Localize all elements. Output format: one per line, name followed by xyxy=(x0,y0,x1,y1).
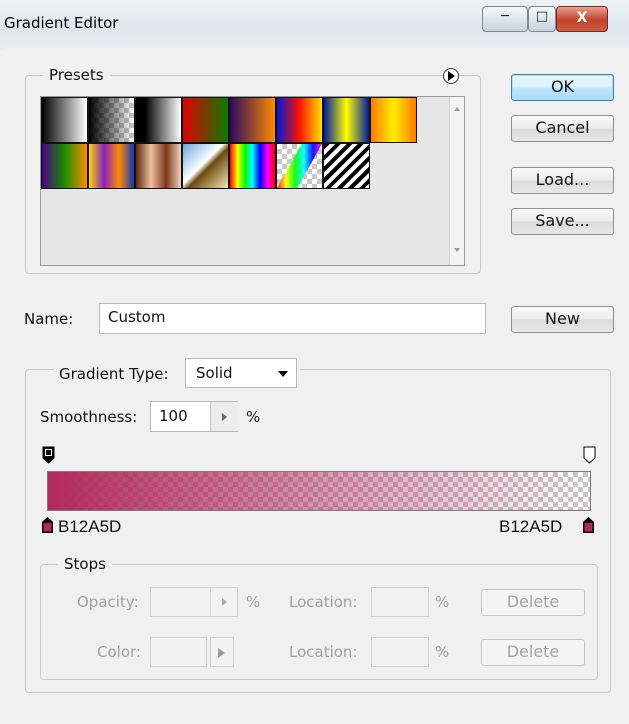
opacity-location-percent: % xyxy=(435,593,450,611)
preset-swatch[interactable] xyxy=(135,97,182,143)
gradient-type-value: Solid xyxy=(196,364,233,382)
preset-swatch[interactable] xyxy=(229,143,276,189)
color-swatch-field[interactable] xyxy=(150,637,207,667)
color-location-label: Location: xyxy=(289,643,358,661)
opacity-percent: % xyxy=(246,593,261,611)
smoothness-value: 100 xyxy=(159,407,188,425)
gradient-preview-bar[interactable] xyxy=(47,471,591,511)
left-stop-color-label: B12A5D xyxy=(58,517,122,536)
play-arrow-icon xyxy=(222,598,227,606)
opacity-delete-button[interactable]: Delete xyxy=(481,589,585,616)
preset-swatch[interactable] xyxy=(135,143,182,189)
color-label: Color: xyxy=(97,643,141,661)
new-button[interactable]: New xyxy=(511,306,614,333)
gradient-type-label: Gradient Type: xyxy=(59,365,169,383)
presets-menu-button[interactable] xyxy=(443,68,459,84)
color-stop-left[interactable] xyxy=(41,516,54,534)
preset-swatch[interactable] xyxy=(276,143,323,189)
right-stop-color-label: B12A5D xyxy=(499,517,563,536)
opacity-slider-button[interactable] xyxy=(210,588,238,616)
preset-swatch[interactable] xyxy=(88,97,135,143)
color-location-percent: % xyxy=(435,643,450,661)
gradient-fill xyxy=(48,472,590,510)
color-delete-button[interactable]: Delete xyxy=(481,639,585,666)
preset-swatch[interactable] xyxy=(41,97,88,143)
preset-swatch[interactable] xyxy=(323,97,370,143)
opacity-location-input[interactable] xyxy=(371,587,429,617)
title-bar: Gradient Editor ─ □ X xyxy=(0,0,629,50)
preset-swatch[interactable] xyxy=(323,143,370,189)
preset-swatch[interactable] xyxy=(88,143,135,189)
gradient-type-select[interactable]: Solid xyxy=(185,358,297,388)
minimize-button[interactable]: ─ xyxy=(482,6,528,32)
play-arrow-icon xyxy=(448,71,455,81)
name-label: Name: xyxy=(24,310,74,328)
preset-swatch[interactable] xyxy=(370,97,417,143)
window-title: Gradient Editor xyxy=(4,14,119,32)
smoothness-label: Smoothness: xyxy=(40,408,138,426)
preset-swatch[interactable] xyxy=(182,97,229,143)
stops-label: Stops xyxy=(58,555,112,573)
opacity-label: Opacity: xyxy=(77,593,139,611)
color-picker-button[interactable] xyxy=(210,637,234,667)
preset-swatch[interactable] xyxy=(182,143,229,189)
scroll-down-icon[interactable] xyxy=(454,248,460,252)
opacity-location-label: Location: xyxy=(289,593,358,611)
ok-button[interactable]: OK xyxy=(511,74,614,101)
opacity-stop-right[interactable] xyxy=(583,446,596,464)
cancel-button[interactable]: Cancel xyxy=(511,115,614,142)
save-button[interactable]: Save... xyxy=(511,208,614,235)
smoothness-percent: % xyxy=(246,408,261,426)
name-input[interactable]: Custom xyxy=(99,303,486,334)
scroll-up-icon[interactable] xyxy=(454,107,460,111)
color-location-input[interactable] xyxy=(371,637,429,667)
smoothness-input[interactable]: 100 xyxy=(150,401,238,432)
maximize-button[interactable]: □ xyxy=(528,6,556,32)
play-arrow-icon xyxy=(222,413,227,421)
presets-scrollbar[interactable] xyxy=(449,97,464,265)
opacity-input[interactable] xyxy=(150,587,238,617)
color-stop-right[interactable] xyxy=(582,516,595,534)
opacity-stop-left[interactable] xyxy=(42,446,55,464)
close-icon: X xyxy=(576,10,588,26)
close-button[interactable]: X xyxy=(556,6,608,32)
play-arrow-icon xyxy=(218,648,225,658)
preset-swatch[interactable] xyxy=(229,97,276,143)
smoothness-slider-button[interactable] xyxy=(210,402,238,431)
preset-swatch[interactable] xyxy=(41,143,88,189)
presets-label: Presets xyxy=(43,66,110,84)
maximize-icon: □ xyxy=(535,9,549,24)
chevron-down-icon xyxy=(278,371,288,377)
preset-swatch-grid[interactable] xyxy=(40,96,465,266)
minimize-icon: ─ xyxy=(501,9,509,24)
preset-swatch[interactable] xyxy=(276,97,323,143)
load-button[interactable]: Load... xyxy=(511,167,614,194)
